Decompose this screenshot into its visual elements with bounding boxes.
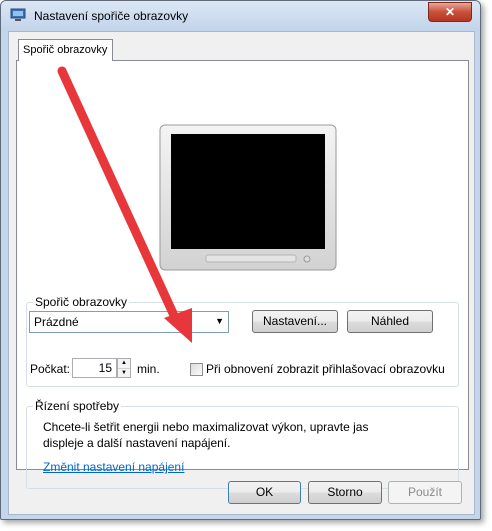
- title-bar[interactable]: Nastavení spořiče obrazovky ✕: [1, 1, 480, 31]
- resume-login-checkbox[interactable]: [190, 363, 203, 376]
- screensaver-select[interactable]: Prázdné ▼: [29, 311, 229, 333]
- power-group-label: Řízení spotřeby: [33, 399, 122, 413]
- wait-minutes-spinner[interactable]: ▲ ▼: [117, 358, 131, 378]
- wait-label: Počkat:: [30, 362, 71, 376]
- dialog-client-area: Spořič obrazovky Spořič obrazovky Prázdn…: [8, 31, 475, 515]
- apply-button[interactable]: Použít: [388, 481, 462, 504]
- preview-button[interactable]: Náhled: [347, 310, 433, 333]
- tab-panel: Spořič obrazovky Prázdné ▼ Nastavení... …: [16, 60, 469, 489]
- spin-down-icon[interactable]: ▼: [118, 369, 130, 378]
- wait-minutes-input[interactable]: 15: [72, 358, 117, 378]
- ok-button[interactable]: OK: [228, 481, 301, 504]
- screensaver-selected-value: Prázdné: [34, 315, 79, 329]
- display-settings-icon: [10, 8, 26, 21]
- tab-screensaver[interactable]: Spořič obrazovky: [18, 39, 113, 61]
- minutes-label: min.: [137, 362, 160, 376]
- spin-up-icon[interactable]: ▲: [118, 359, 130, 369]
- dialog-window: Nastavení spořiče obrazovky ✕ Spořič obr…: [0, 0, 481, 520]
- close-button[interactable]: ✕: [428, 2, 472, 22]
- screensaver-group-label: Spořič obrazovky: [33, 295, 130, 309]
- cancel-button[interactable]: Storno: [308, 481, 382, 504]
- chevron-down-icon: ▼: [215, 316, 224, 326]
- resume-login-label[interactable]: Při obnovení zobrazit přihlašovací obraz…: [206, 362, 445, 376]
- window-title: Nastavení spořiče obrazovky: [34, 9, 189, 23]
- power-description-line2: displeje a další nastavení napájení.: [43, 436, 231, 450]
- monitor-preview-icon: [159, 124, 337, 271]
- power-description-line1: Chcete-li šetřit energii nebo maximalizo…: [43, 420, 369, 434]
- settings-button[interactable]: Nastavení...: [252, 310, 338, 333]
- change-power-settings-link[interactable]: Změnit nastavení napájení: [43, 460, 184, 474]
